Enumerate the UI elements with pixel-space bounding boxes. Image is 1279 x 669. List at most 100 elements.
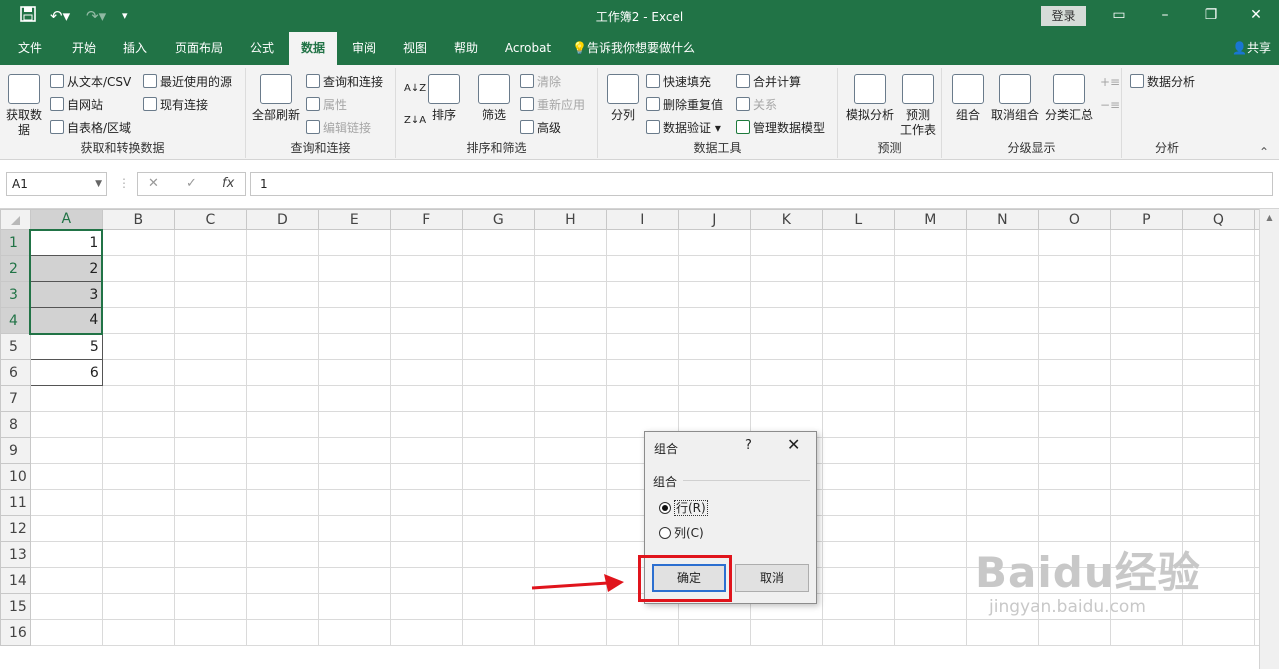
cell[interactable]: [1037, 229, 1111, 256]
cell[interactable]: [533, 333, 607, 360]
cell[interactable]: [677, 229, 751, 256]
cell[interactable]: [101, 463, 175, 490]
tab-data[interactable]: 数据: [289, 32, 337, 65]
insert-function-icon[interactable]: fx: [222, 173, 234, 195]
close-icon[interactable]: ✕: [1245, 5, 1267, 25]
cell[interactable]: [101, 437, 175, 464]
cell[interactable]: [1109, 255, 1183, 282]
tab-home[interactable]: 开始: [62, 32, 106, 65]
cell[interactable]: [389, 619, 463, 646]
cell[interactable]: [29, 411, 103, 438]
cell[interactable]: [1109, 437, 1183, 464]
cell[interactable]: [461, 593, 535, 620]
cell[interactable]: [821, 515, 895, 542]
ribbon-display-icon[interactable]: ▭: [1108, 5, 1130, 25]
cell[interactable]: [317, 567, 391, 594]
cell[interactable]: [1109, 619, 1183, 646]
cell[interactable]: [533, 385, 607, 412]
forecast-sheet-button[interactable]: 预测 工作表: [898, 74, 938, 138]
cell[interactable]: [893, 385, 967, 412]
cell[interactable]: [1109, 229, 1183, 256]
cell[interactable]: [605, 255, 679, 282]
cell[interactable]: 5: [29, 333, 103, 360]
cell[interactable]: [389, 359, 463, 386]
cell[interactable]: [389, 385, 463, 412]
column-header-i[interactable]: I: [605, 209, 679, 230]
manage-data-model-button[interactable]: 管理数据模型: [736, 119, 825, 137]
get-data-button[interactable]: 获取数 据: [4, 74, 44, 138]
tab-formulas[interactable]: 公式: [240, 32, 284, 65]
cell[interactable]: [749, 307, 823, 334]
cell[interactable]: [245, 333, 319, 360]
login-button[interactable]: 登录: [1041, 6, 1086, 26]
cell[interactable]: [389, 229, 463, 256]
cell[interactable]: [605, 385, 679, 412]
cell[interactable]: [965, 437, 1039, 464]
cell[interactable]: [173, 307, 247, 334]
text-to-columns-button[interactable]: 分列: [606, 74, 640, 123]
cell[interactable]: [533, 359, 607, 386]
column-header-m[interactable]: M: [893, 209, 967, 230]
row-header[interactable]: 11: [0, 489, 31, 516]
cell[interactable]: [245, 411, 319, 438]
cell[interactable]: [1109, 333, 1183, 360]
minimize-icon[interactable]: –: [1154, 5, 1176, 25]
row-header[interactable]: 10: [0, 463, 31, 490]
cell[interactable]: [677, 281, 751, 308]
cell[interactable]: [101, 515, 175, 542]
cell[interactable]: [173, 567, 247, 594]
cell[interactable]: [965, 333, 1039, 360]
column-header-f[interactable]: F: [389, 209, 463, 230]
cell[interactable]: [821, 411, 895, 438]
cell[interactable]: [317, 515, 391, 542]
cell[interactable]: [965, 411, 1039, 438]
cell[interactable]: [461, 229, 535, 256]
what-if-button[interactable]: 模拟分析: [844, 74, 896, 123]
cell[interactable]: [461, 307, 535, 334]
cell[interactable]: [1109, 307, 1183, 334]
radio-columns[interactable]: 列(C): [659, 525, 704, 541]
cell[interactable]: [317, 359, 391, 386]
chevron-down-icon[interactable]: ▼: [95, 173, 102, 195]
cell[interactable]: 2: [29, 255, 104, 282]
confirm-entry-icon[interactable]: ✓: [186, 173, 197, 195]
cell[interactable]: [605, 307, 679, 334]
cell[interactable]: [101, 255, 175, 282]
cell[interactable]: [101, 541, 175, 568]
cell[interactable]: [173, 411, 247, 438]
cell[interactable]: [461, 385, 535, 412]
sort-desc-button[interactable]: Z↓A: [404, 112, 426, 130]
cancel-button[interactable]: 取消: [735, 564, 809, 592]
cell[interactable]: [245, 515, 319, 542]
cell[interactable]: [1181, 515, 1255, 542]
hide-detail-icon[interactable]: −≡: [1100, 96, 1120, 114]
cell[interactable]: [1109, 281, 1183, 308]
name-box[interactable]: A1 ▼: [6, 172, 107, 196]
cell[interactable]: [317, 411, 391, 438]
share-button[interactable]: 👤共享: [1232, 32, 1271, 65]
cell[interactable]: [821, 437, 895, 464]
data-analysis-button[interactable]: 数据分析: [1130, 73, 1195, 91]
cell[interactable]: [1181, 333, 1255, 360]
help-icon[interactable]: ?: [745, 438, 752, 453]
cell[interactable]: [749, 359, 823, 386]
cell[interactable]: [533, 229, 607, 256]
cell[interactable]: [893, 593, 967, 620]
cell[interactable]: [821, 619, 895, 646]
cell[interactable]: [605, 619, 679, 646]
cell[interactable]: [101, 385, 175, 412]
cell[interactable]: [533, 619, 607, 646]
cell[interactable]: [749, 281, 823, 308]
cell[interactable]: [749, 255, 823, 282]
remove-duplicates-button[interactable]: 删除重复值: [646, 96, 723, 114]
cell[interactable]: [533, 281, 607, 308]
cell[interactable]: [893, 437, 967, 464]
cell[interactable]: [677, 619, 751, 646]
cell[interactable]: [173, 359, 247, 386]
cell[interactable]: [1181, 229, 1255, 256]
from-text-csv-button[interactable]: 从文本/CSV: [50, 73, 131, 91]
cell[interactable]: [533, 489, 607, 516]
cell[interactable]: [533, 411, 607, 438]
cell[interactable]: [893, 567, 967, 594]
cell[interactable]: [1037, 437, 1111, 464]
